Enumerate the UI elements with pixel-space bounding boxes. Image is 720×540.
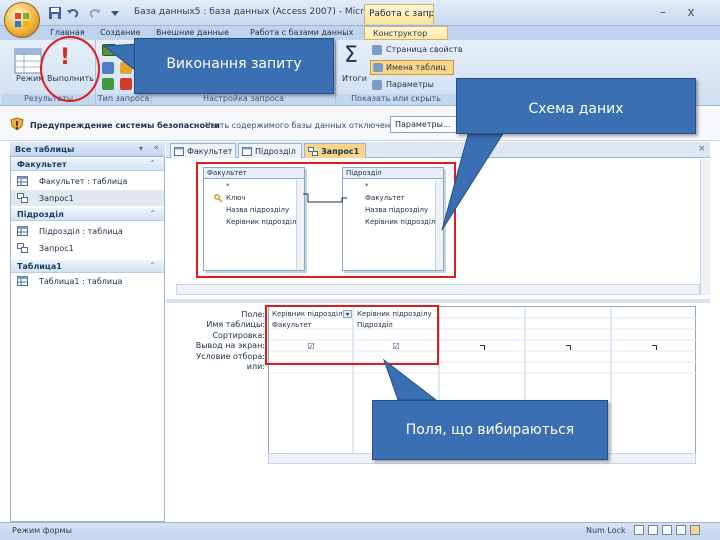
nav-group-faculty[interactable]: Факультет ⌃ xyxy=(11,158,164,171)
group-show-hide: Σ Итоги Страница свойств Имена таблиц Па… xyxy=(336,40,463,106)
undo-icon[interactable] xyxy=(66,6,80,20)
nav-group-label: Факультет xyxy=(17,160,67,169)
nav-pane-header[interactable]: Все таблицы ▾ « xyxy=(10,142,165,157)
office-logo-icon xyxy=(15,13,29,27)
show-checkbox-empty[interactable] xyxy=(566,345,571,350)
tab-constructor[interactable]: Конструктор xyxy=(364,26,448,40)
query-icon xyxy=(17,243,28,253)
security-warning-title: Предупреждение системы безопасности xyxy=(30,121,220,130)
table-icon xyxy=(17,276,28,286)
status-mode: Режим формы xyxy=(12,526,72,535)
nav-item-query[interactable]: Запрос1 xyxy=(11,190,164,206)
nav-group-label: Таблица1 xyxy=(17,262,62,271)
nav-item-table[interactable]: Таблица1 : таблица xyxy=(11,273,164,289)
chevron-up-icon[interactable]: ⌃ xyxy=(149,159,156,168)
security-warning-message: Часть содержимого базы данных отключена xyxy=(205,121,395,130)
close-button[interactable]: x xyxy=(684,5,698,19)
row-label-table: Имя таблицы: xyxy=(206,320,265,329)
callout-selected-fields: Поля, що вибираються xyxy=(372,400,608,460)
view-sql-icon[interactable] xyxy=(676,525,686,535)
view-mode-icon[interactable] xyxy=(14,48,42,74)
row-label-or: или: xyxy=(246,362,265,371)
run-highlight-ring xyxy=(40,36,100,102)
callout-data-schema: Схема даних xyxy=(456,78,696,134)
upper-horizontal-scrollbar[interactable] xyxy=(176,284,700,295)
view-chart-icon[interactable] xyxy=(662,525,672,535)
group-label-query-setup: Настройка запроса xyxy=(152,94,335,105)
row-label-criteria: Условие отбора: xyxy=(196,352,265,361)
table-names-icon xyxy=(373,63,383,72)
row-label-field: Поле: xyxy=(241,310,265,319)
window-title: База данных5 : база данных (Access 2007)… xyxy=(134,7,398,17)
chevron-up-icon[interactable]: ⌃ xyxy=(149,261,156,270)
redo-icon[interactable] xyxy=(88,6,102,20)
totals-button[interactable]: Итоги xyxy=(342,74,367,83)
table-names-button[interactable]: Имена таблиц xyxy=(386,63,446,72)
callout-run-query: Виконання запиту xyxy=(134,38,334,94)
update-icon[interactable] xyxy=(120,62,132,74)
doc-tab-label: Підрозділ xyxy=(255,147,296,156)
view-pivot-icon[interactable] xyxy=(648,525,658,535)
doc-tab-faculty[interactable]: Факультет xyxy=(170,143,236,158)
group-label-show-hide: Показать или скрыть xyxy=(336,94,456,105)
nav-collapse-icon[interactable]: « xyxy=(153,143,159,153)
show-checkbox-empty[interactable] xyxy=(652,345,657,350)
nav-pane-title: Все таблицы xyxy=(15,145,75,154)
delete-query-icon[interactable] xyxy=(120,78,132,90)
group-label-query-type: Тип запроса xyxy=(96,94,151,105)
property-sheet-icon xyxy=(372,45,382,55)
minimize-button[interactable]: – xyxy=(656,5,670,19)
upper-vertical-scrollbar[interactable] xyxy=(700,159,710,295)
nav-item-table[interactable]: Підрозділ : таблица xyxy=(11,223,164,239)
nav-group-table1[interactable]: Таблица1 ⌃ xyxy=(11,260,164,273)
row-label-show: Вывод на экран: xyxy=(195,341,265,350)
qat-customize-icon[interactable] xyxy=(108,6,122,20)
close-document-icon[interactable]: × xyxy=(698,144,706,154)
view-design-icon[interactable] xyxy=(690,525,700,535)
table-icon xyxy=(174,147,184,156)
security-options-button[interactable]: Параметры... xyxy=(390,116,460,133)
nav-group-label: Підрозділ xyxy=(17,210,64,219)
chevron-up-icon[interactable]: ⌃ xyxy=(149,209,156,218)
show-checkbox-empty[interactable] xyxy=(480,345,485,350)
nav-item-label: Запрос1 xyxy=(39,244,74,253)
query-icon xyxy=(308,147,318,156)
nav-item-table[interactable]: Факультет : таблица xyxy=(11,173,164,189)
doc-tab-label: Запрос1 xyxy=(321,147,360,156)
nav-item-query[interactable]: Запрос1 xyxy=(11,240,164,256)
ribbon-tabs: Главная Создание Внешние данные Работа с… xyxy=(0,26,720,40)
doc-tab-label: Факультет xyxy=(187,147,233,156)
schema-highlight-frame xyxy=(196,162,456,278)
nav-group-subdivision[interactable]: Підрозділ ⌃ xyxy=(11,208,164,221)
query-icon xyxy=(17,193,28,203)
status-num-lock: Num Lock xyxy=(586,526,626,535)
view-datasheet-icon[interactable] xyxy=(634,525,644,535)
doc-tab-query1[interactable]: Запрос1 xyxy=(304,143,366,158)
table-icon xyxy=(17,176,28,186)
totals-sigma-icon[interactable]: Σ xyxy=(344,44,358,68)
nav-item-label: Запрос1 xyxy=(39,194,74,203)
fields-highlight-frame xyxy=(265,305,439,365)
nav-item-label: Таблица1 : таблица xyxy=(39,277,123,286)
save-icon[interactable] xyxy=(48,6,62,20)
select-query-icon[interactable] xyxy=(102,44,116,56)
nav-item-label: Факультет : таблица xyxy=(39,177,128,186)
office-button[interactable] xyxy=(4,2,40,38)
append-icon[interactable] xyxy=(102,78,114,90)
parameters-button[interactable]: Параметры xyxy=(386,80,434,89)
nav-dropdown-icon[interactable]: ▾ xyxy=(139,144,143,153)
warning-shield-icon xyxy=(10,117,24,131)
context-tab-query-tools: Работа с запросами xyxy=(364,4,434,24)
table-icon xyxy=(242,147,252,156)
property-sheet-button[interactable]: Страница свойств xyxy=(386,45,463,54)
parameters-icon xyxy=(372,80,382,90)
nav-item-label: Підрозділ : таблица xyxy=(39,227,123,236)
make-table-icon[interactable] xyxy=(102,62,114,74)
row-label-sort: Сортировка: xyxy=(212,331,265,340)
doc-tab-subdivision[interactable]: Підрозділ xyxy=(238,143,302,158)
table-icon xyxy=(17,226,28,236)
